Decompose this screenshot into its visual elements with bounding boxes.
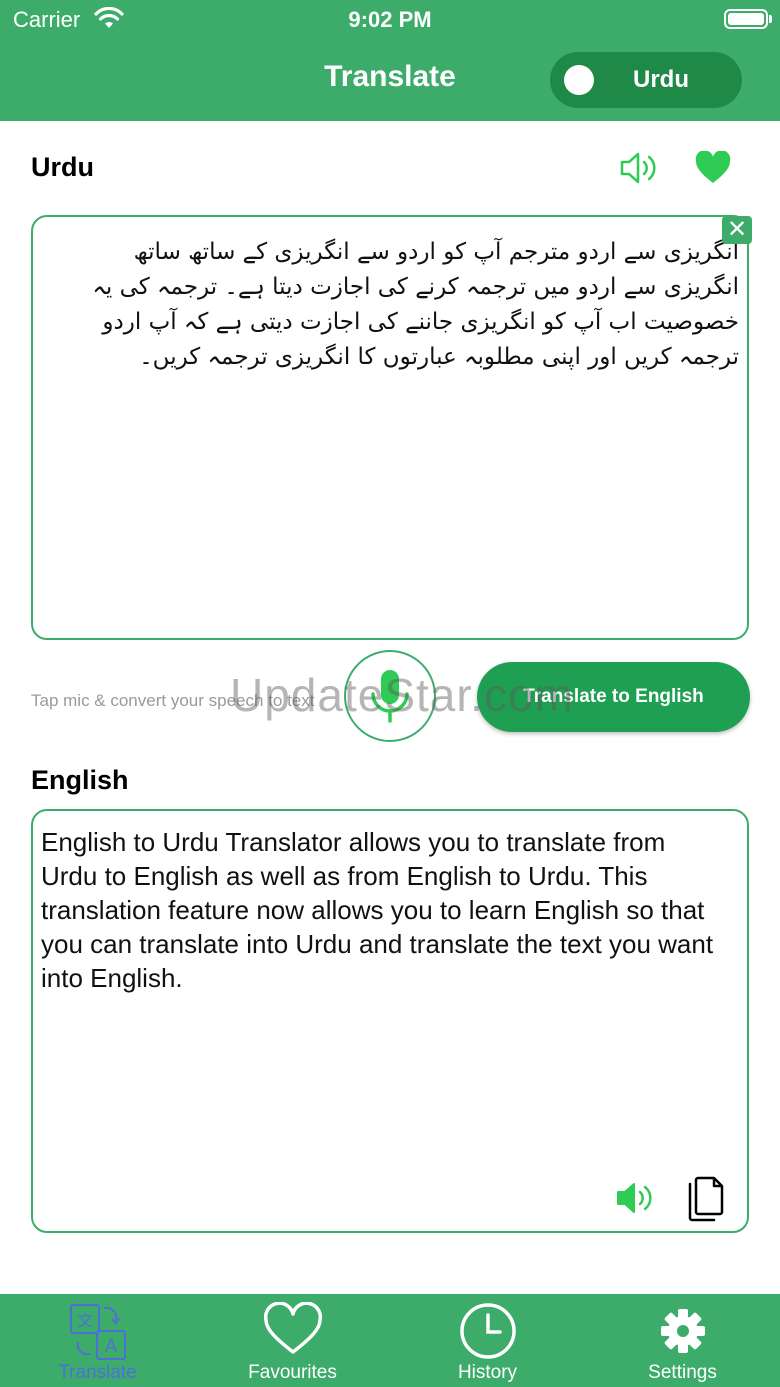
tab-label-history: History bbox=[457, 1362, 518, 1383]
heart-icon bbox=[263, 1302, 322, 1354]
tab-label-favourites: Favourites bbox=[248, 1362, 337, 1383]
tab-history[interactable]: History bbox=[390, 1294, 585, 1387]
app-header: Carrier 9:02 PM Translate Urdu bbox=[0, 0, 780, 121]
tab-bar: 文 A Translate Favourites History Setting… bbox=[0, 1294, 780, 1387]
language-toggle[interactable]: Urdu bbox=[550, 52, 742, 108]
gear-icon bbox=[660, 1309, 705, 1353]
status-bar: Carrier 9:02 PM bbox=[0, 0, 780, 40]
toggle-label: Urdu bbox=[633, 66, 689, 93]
target-language-label: English bbox=[31, 765, 129, 795]
battery-tip bbox=[769, 15, 772, 23]
svg-text:A: A bbox=[104, 1336, 117, 1357]
tab-label-translate: Translate bbox=[58, 1362, 137, 1383]
tab-translate[interactable]: 文 A Translate bbox=[0, 1294, 195, 1387]
tab-favourites[interactable]: Favourites bbox=[195, 1294, 390, 1387]
toggle-knob bbox=[564, 65, 594, 95]
source-language-label: Urdu bbox=[31, 152, 94, 182]
copy-icon[interactable] bbox=[688, 1176, 724, 1222]
speaker-outline-icon[interactable] bbox=[618, 150, 658, 186]
speaker-filled-icon[interactable] bbox=[614, 1180, 654, 1216]
heart-filled-icon[interactable] bbox=[695, 151, 731, 185]
source-text-area[interactable]: انگریزی سے اردو مترجم آپ کو اردو سے انگر… bbox=[31, 215, 749, 640]
mic-hint: Tap mic & convert your speech to text bbox=[31, 691, 315, 710]
source-text[interactable]: انگریزی سے اردو مترجم آپ کو اردو سے انگر… bbox=[53, 235, 739, 375]
translate-icon: 文 A bbox=[69, 1304, 126, 1360]
target-text: English to Urdu Translator allows you to… bbox=[41, 827, 714, 993]
clear-text-button[interactable]: ✕ bbox=[722, 216, 752, 244]
status-time: 9:02 PM bbox=[348, 7, 432, 32]
target-text-area[interactable]: English to Urdu Translator allows you to… bbox=[31, 809, 749, 1233]
translate-button[interactable]: Translate to English bbox=[477, 662, 750, 732]
tab-settings[interactable]: Settings bbox=[585, 1294, 780, 1387]
mic-icon bbox=[371, 670, 409, 723]
svg-text:文: 文 bbox=[76, 1311, 92, 1330]
battery-icon bbox=[724, 9, 768, 29]
clock-icon bbox=[459, 1303, 516, 1359]
tab-label-settings: Settings bbox=[648, 1362, 717, 1383]
mic-button[interactable] bbox=[344, 650, 436, 742]
